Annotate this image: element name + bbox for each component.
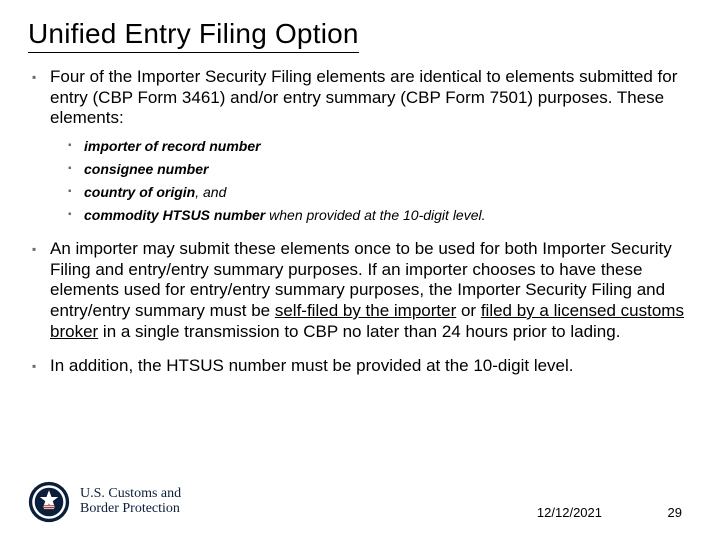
bullet-3-text: In addition, the HTSUS number must be pr… [50,356,574,375]
bullet-2: An importer may submit these elements on… [32,239,692,343]
sub-bullet-3-term: country of origin [84,184,195,200]
agency-name: U.S. Customs and Border Protection [80,487,181,516]
sub-bullet-1-text: importer of record number [84,138,261,154]
slide-title: Unified Entry Filing Option [28,18,359,53]
dhs-seal-icon [28,481,70,523]
bullet-2-underline-1: self-filed by the importer [275,301,456,320]
bullet-2-part-b: in a single transmission to CBP no later… [98,322,620,341]
sub-bullet-2: consignee number [68,160,692,179]
bullet-1-text: Four of the Importer Security Filing ele… [50,67,677,127]
sub-bullet-3-tail: , and [195,184,226,200]
bullet-3: In addition, the HTSUS number must be pr… [32,356,692,377]
slide-date: 12/12/2021 [537,505,602,520]
agency-line-1: U.S. Customs and [80,487,181,502]
sub-bullet-3: country of origin, and [68,183,692,202]
footer: U.S. Customs and Border Protection 12/12… [28,478,692,526]
bullet-1: Four of the Importer Security Filing ele… [32,67,692,225]
sub-bullet-list: importer of record number consignee numb… [68,137,692,225]
slide-number: 29 [668,505,682,520]
bullet-2-mid: or [456,301,481,320]
sub-bullet-1: importer of record number [68,137,692,156]
sub-bullet-4-tail: when provided at the 10-digit level. [265,207,485,223]
slide: Unified Entry Filing Option Four of the … [0,0,720,540]
sub-bullet-2-text: consignee number [84,161,208,177]
sub-bullet-4: commodity HTSUS number when provided at … [68,206,692,225]
sub-bullet-4-term: commodity HTSUS number [84,207,265,223]
bullet-list: Four of the Importer Security Filing ele… [32,67,692,377]
agency-line-2: Border Protection [80,502,181,517]
